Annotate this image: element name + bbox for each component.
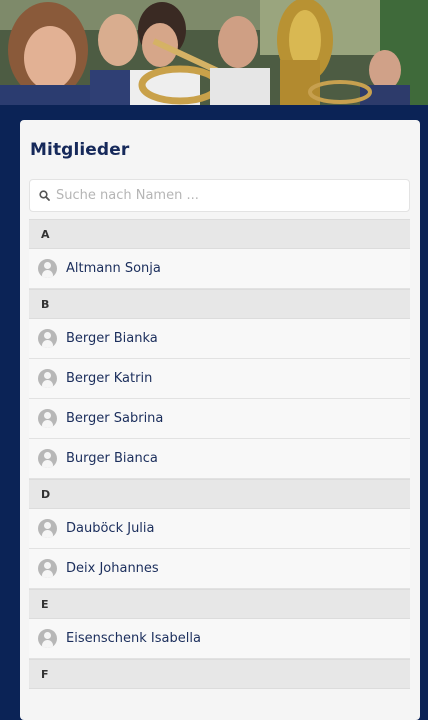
member-name: Altmann Sonja xyxy=(66,261,161,276)
user-avatar-icon xyxy=(38,259,57,278)
search-box[interactable] xyxy=(29,179,410,212)
header-photo xyxy=(0,0,428,105)
user-avatar-icon xyxy=(38,409,57,428)
user-avatar-icon xyxy=(38,449,57,468)
member-name: Dauböck Julia xyxy=(66,521,155,536)
list-item[interactable]: Deix Johannes xyxy=(29,549,410,589)
list-item[interactable]: Berger Sabrina xyxy=(29,399,410,439)
member-name: Burger Bianca xyxy=(66,451,158,466)
list-item[interactable]: Berger Katrin xyxy=(29,359,410,399)
list-item[interactable]: Altmann Sonja xyxy=(29,249,410,289)
user-avatar-icon xyxy=(38,329,57,348)
member-name: Berger Bianka xyxy=(66,331,158,346)
user-avatar-icon xyxy=(38,559,57,578)
list-item[interactable]: Burger Bianca xyxy=(29,439,410,479)
group-header-f: F xyxy=(29,659,410,689)
member-name: Berger Katrin xyxy=(66,371,153,386)
members-card: Mitglieder A Altmann Sonja B Berger Bian… xyxy=(20,120,420,720)
group-header-b: B xyxy=(29,289,410,319)
members-list: A Altmann Sonja B Berger Bianka Berger K… xyxy=(29,219,410,689)
member-name: Eisenschenk Isabella xyxy=(66,631,201,646)
list-item[interactable]: Eisenschenk Isabella xyxy=(29,619,410,659)
search-input[interactable] xyxy=(56,188,386,203)
magnifier-icon xyxy=(32,180,56,211)
page-title: Mitglieder xyxy=(30,140,130,160)
user-avatar-icon xyxy=(38,519,57,538)
member-name: Deix Johannes xyxy=(66,561,159,576)
user-avatar-icon xyxy=(38,369,57,388)
list-item[interactable]: Dauböck Julia xyxy=(29,509,410,549)
group-header-d: D xyxy=(29,479,410,509)
band-photo-image xyxy=(0,0,428,105)
user-avatar-icon xyxy=(38,629,57,648)
member-name: Berger Sabrina xyxy=(66,411,164,426)
group-header-a: A xyxy=(29,219,410,249)
list-item[interactable]: Berger Bianka xyxy=(29,319,410,359)
group-header-e: E xyxy=(29,589,410,619)
